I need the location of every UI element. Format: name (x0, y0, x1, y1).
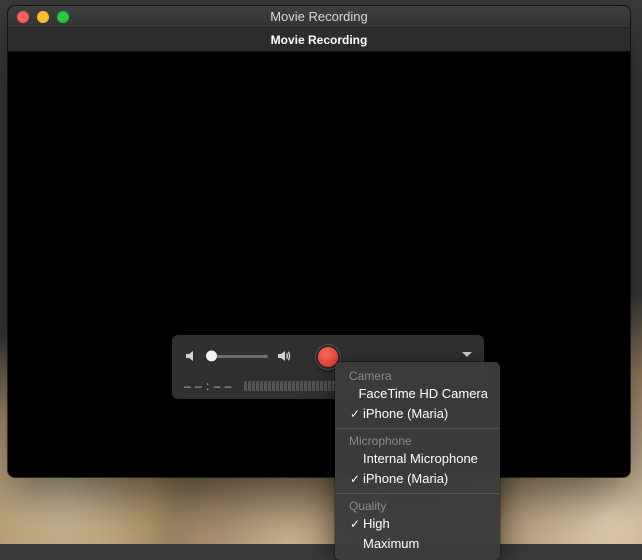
menu-heading: Quality (335, 498, 500, 514)
level-meter-bar (280, 381, 283, 391)
menu-item[interactable]: ✓iPhone (Maria) (335, 404, 500, 424)
zoom-window-button[interactable] (57, 11, 69, 23)
recording-options-button[interactable] (460, 349, 474, 359)
menu-section: CameraFaceTime HD Camera✓iPhone (Maria) (335, 366, 500, 426)
level-meter-bar (328, 381, 331, 391)
menu-heading: Camera (335, 368, 500, 384)
level-meter-bar (304, 381, 307, 391)
level-meter-bar (296, 381, 299, 391)
level-meter-bar (324, 381, 327, 391)
menu-item[interactable]: Maximum (335, 534, 500, 554)
level-meter-bar (312, 381, 315, 391)
level-meter-bar (292, 381, 295, 391)
level-meter-bar (316, 381, 319, 391)
level-meter-bar (264, 381, 267, 391)
check-icon: ✓ (349, 405, 361, 423)
level-meter-bar (288, 381, 291, 391)
level-meter-bar (308, 381, 311, 391)
menu-section: MicrophoneInternal Microphone✓iPhone (Ma… (335, 428, 500, 491)
level-meter-bar (300, 381, 303, 391)
menu-item-label: High (363, 515, 390, 533)
menu-item[interactable]: ✓iPhone (Maria) (335, 469, 500, 489)
elapsed-time: – – : – – (184, 379, 234, 393)
menu-item[interactable]: Internal Microphone (335, 449, 500, 469)
minimize-window-button[interactable] (37, 11, 49, 23)
check-icon: ✓ (349, 470, 361, 488)
menu-item-label: iPhone (Maria) (363, 470, 448, 488)
document-title: Movie Recording (271, 33, 368, 47)
video-preview (8, 52, 630, 477)
level-meter-bar (244, 381, 247, 391)
volume-slider[interactable] (208, 355, 268, 358)
speaker-low-icon (184, 348, 200, 364)
menu-item-label: Maximum (363, 535, 419, 553)
window-title: Movie Recording (8, 6, 630, 28)
quicktime-window: Movie Recording Movie Recording (8, 6, 630, 477)
level-meter-bar (272, 381, 275, 391)
volume-slider-thumb[interactable] (206, 351, 217, 362)
level-meter-bar (252, 381, 255, 391)
level-meter-bar (284, 381, 287, 391)
window-titlebar[interactable]: Movie Recording (8, 6, 630, 28)
level-meter-bar (260, 381, 263, 391)
traffic-lights (8, 11, 69, 23)
level-meter-bar (320, 381, 323, 391)
recording-options-menu: CameraFaceTime HD Camera✓iPhone (Maria)M… (335, 362, 500, 560)
level-meter-bar (268, 381, 271, 391)
menu-heading: Microphone (335, 433, 500, 449)
menu-item-label: iPhone (Maria) (363, 405, 448, 423)
menu-item[interactable]: ✓High (335, 514, 500, 534)
menu-section: Quality✓HighMaximum (335, 493, 500, 556)
speaker-high-icon (276, 348, 292, 364)
menu-item-label: Internal Microphone (363, 450, 478, 468)
close-window-button[interactable] (17, 11, 29, 23)
check-icon: ✓ (349, 515, 361, 533)
level-meter-bar (248, 381, 251, 391)
level-meter-bar (256, 381, 259, 391)
menu-item-label: FaceTime HD Camera (358, 385, 488, 403)
level-meter-bar (276, 381, 279, 391)
menu-item[interactable]: FaceTime HD Camera (335, 384, 500, 404)
document-title-bar: Movie Recording (8, 28, 630, 52)
